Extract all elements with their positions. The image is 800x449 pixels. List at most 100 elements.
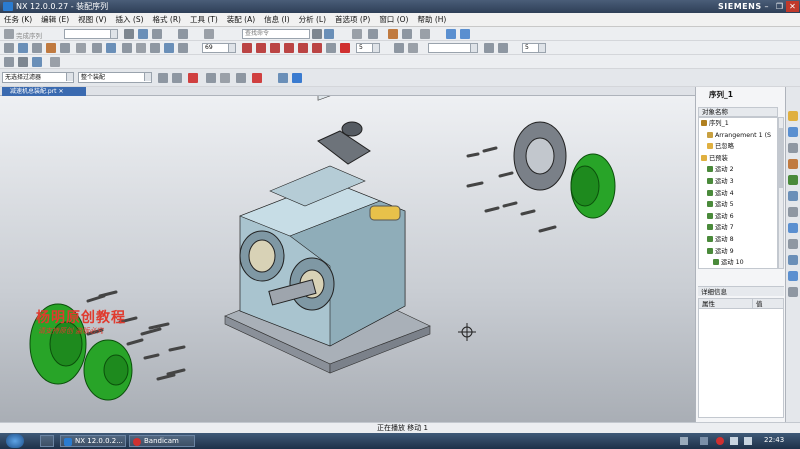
tree-scrollbar[interactable] — [778, 117, 784, 269]
undo-icon[interactable] — [152, 29, 162, 39]
more-tools-icon[interactable] — [50, 57, 60, 67]
sequence-list-icon[interactable] — [4, 57, 14, 67]
constraint-nav-icon[interactable] — [788, 127, 798, 137]
step-forward-icon[interactable] — [298, 43, 308, 53]
tray-expand-icon[interactable] — [680, 437, 688, 445]
step-count-select[interactable]: 5 — [356, 43, 380, 53]
start-button[interactable] — [6, 434, 24, 448]
tray-keyboard-icon[interactable] — [700, 437, 708, 445]
play-forward-icon[interactable] — [284, 43, 294, 53]
menu-edit[interactable]: 编辑 (E) — [41, 14, 69, 25]
record-camera-icon[interactable] — [46, 43, 56, 53]
filter-icon[interactable] — [32, 57, 42, 67]
render-style-icon[interactable] — [352, 29, 362, 39]
menu-insert[interactable]: 插入 (S) — [116, 14, 144, 25]
tree-node[interactable]: 运动 2 — [699, 164, 777, 176]
cube-view-icon[interactable] — [292, 73, 302, 83]
command-search-input[interactable]: 查找命令 — [242, 29, 310, 39]
selection-filter-select[interactable]: 无选择过滤器 — [2, 72, 74, 83]
section-icon[interactable] — [420, 29, 430, 39]
tab-reducer-assembly[interactable]: 减速机总装配.prt ✕ — [2, 87, 86, 96]
snap-box-icon[interactable] — [252, 73, 262, 83]
sequence2-icon[interactable] — [408, 43, 418, 53]
object-name-column-header[interactable]: 对象名称 — [698, 107, 778, 117]
export-icon[interactable] — [164, 43, 174, 53]
workflow2-icon[interactable] — [460, 29, 470, 39]
sequence-icon[interactable] — [394, 43, 404, 53]
search-icon[interactable] — [312, 29, 322, 39]
step-back-icon[interactable] — [256, 43, 266, 53]
snapshot-icon[interactable] — [178, 43, 188, 53]
disassemble-icon[interactable] — [32, 43, 42, 53]
menu-analysis[interactable]: 分析 (L) — [299, 14, 326, 25]
menu-tools[interactable]: 工具 (T) — [190, 14, 218, 25]
view-fit-icon[interactable] — [278, 73, 288, 83]
menu-help[interactable]: 帮助 (H) — [417, 14, 446, 25]
layer-icon[interactable] — [402, 29, 412, 39]
collision-icon[interactable] — [122, 43, 132, 53]
assembly-scope-select[interactable]: 整个装配 — [78, 72, 152, 83]
menu-info[interactable]: 信息 (I) — [264, 14, 289, 25]
tree-node[interactable]: 已忽略 — [699, 141, 777, 153]
snap-mid-icon[interactable] — [220, 73, 230, 83]
display-dropdown[interactable] — [64, 29, 118, 39]
insert-pause-icon[interactable] — [60, 43, 70, 53]
menu-format[interactable]: 格式 (R) — [153, 14, 181, 25]
reuse-library-icon[interactable] — [788, 159, 798, 169]
camera-icon[interactable] — [18, 57, 28, 67]
playback-speed-select[interactable]: 69 — [202, 43, 236, 53]
tree-node[interactable]: 运动 10 — [699, 257, 777, 268]
tree-node[interactable]: 运动 6 — [699, 211, 777, 223]
system-materials-icon[interactable] — [788, 223, 798, 233]
export-movie-icon[interactable] — [326, 43, 336, 53]
move-icon[interactable] — [92, 43, 102, 53]
web-browser-icon[interactable] — [788, 191, 798, 201]
snap-point-icon[interactable] — [188, 73, 198, 83]
hd3d-icon[interactable] — [788, 175, 798, 185]
play-back-icon[interactable] — [270, 43, 280, 53]
menu-view[interactable]: 视图 (V) — [78, 14, 106, 25]
tree-node[interactable]: 运动 7 — [699, 222, 777, 234]
manufacturing-wizard-icon[interactable] — [788, 255, 798, 265]
forward-end-icon[interactable] — [312, 43, 322, 53]
delete-icon[interactable] — [76, 43, 86, 53]
group-icon[interactable] — [106, 43, 116, 53]
snap-end-icon[interactable] — [206, 73, 216, 83]
insert-motion-icon[interactable] — [4, 43, 14, 53]
tray-record-icon[interactable] — [716, 437, 724, 445]
tree-node[interactable]: Arrangement 1 (S — [699, 130, 777, 142]
close-button[interactable]: ✕ — [786, 1, 799, 12]
link-icon[interactable] — [150, 43, 160, 53]
rewind-start-icon[interactable] — [242, 43, 252, 53]
workflow-icon[interactable] — [446, 29, 456, 39]
assemble-icon[interactable] — [18, 43, 28, 53]
tray-volume-icon[interactable] — [744, 437, 752, 445]
details-panel-header[interactable]: 详细信息 — [698, 286, 784, 296]
taskbar-nx-app[interactable]: NX 12.0.0.2... — [60, 435, 126, 447]
taskbar-bandicam-app[interactable]: Bandicam — [129, 435, 195, 447]
exploded-assembly-model[interactable] — [0, 64, 695, 422]
motion-select[interactable] — [428, 43, 478, 53]
history-icon[interactable] — [788, 207, 798, 217]
cut-icon[interactable] — [204, 29, 214, 39]
menu-preferences[interactable]: 首选项 (P) — [335, 14, 370, 25]
tray-flag-icon[interactable] — [730, 437, 738, 445]
assembly-nav-icon[interactable] — [788, 111, 798, 121]
show-desktop-icon[interactable] — [40, 435, 54, 447]
stop-icon[interactable] — [340, 43, 350, 53]
tree-node[interactable]: 运动 8 — [699, 234, 777, 246]
step-icon[interactable] — [484, 43, 494, 53]
measure-icon[interactable] — [136, 43, 146, 53]
process-studio-icon[interactable] — [788, 239, 798, 249]
system-clock[interactable]: 22:43 — [764, 436, 784, 444]
tree-node[interactable]: 运动 9 — [699, 246, 777, 258]
minimize-button[interactable]: – — [760, 1, 773, 12]
part-nav-icon[interactable] — [788, 143, 798, 153]
highlight-icon[interactable] — [388, 29, 398, 39]
view-grid-icon[interactable] — [324, 29, 334, 39]
restore-button[interactable]: ❐ — [773, 1, 786, 12]
graphics-viewport[interactable]: 杨明原创教程 请支持原创 盗版必究 — [0, 64, 695, 422]
roles-icon[interactable] — [788, 271, 798, 281]
step2-icon[interactable] — [498, 43, 508, 53]
tree-node[interactable]: 已预装 — [699, 153, 777, 165]
